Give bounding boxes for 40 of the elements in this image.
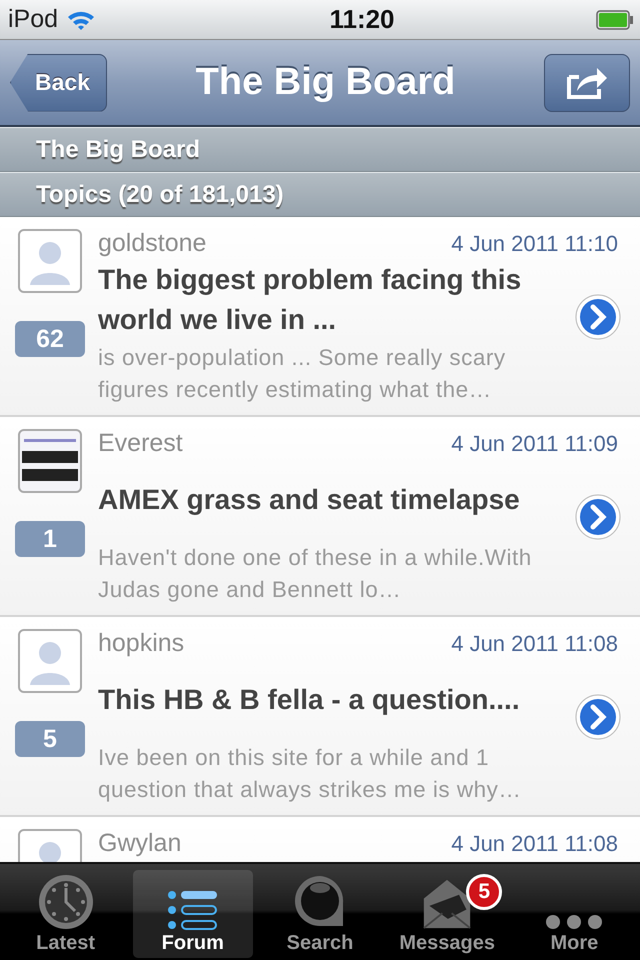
username: goldstone (98, 229, 206, 258)
tab[interactable]: Search (260, 870, 380, 958)
share-button[interactable] (544, 54, 630, 112)
avatar-icon (18, 229, 82, 293)
post-date: 4 Jun 2011 11:08 (451, 631, 618, 657)
topic-title: This HB & B fella - a question.... (98, 683, 521, 717)
disclosure-button[interactable] (574, 293, 622, 341)
topics-count: Topics (20 of 181,013) (36, 180, 284, 208)
post-date: 4 Jun 2011 11:10 (451, 231, 618, 257)
reply-count: 62 (15, 321, 85, 357)
reply-count: 1 (15, 521, 85, 557)
topic-snippet: Haven't done one of these in a while.With Judas gone and Bennett lo… (98, 544, 533, 604)
tab[interactable]: 5 Messages (387, 870, 508, 958)
topic-snippet: Ive been on this site for a while and 1 question that always strikes me is why… (98, 744, 522, 804)
list-icon (166, 890, 219, 930)
tab[interactable]: Forum (132, 870, 253, 958)
reply-count: 5 (15, 721, 85, 757)
avatar-icon (18, 629, 82, 693)
notification-badge: 5 (466, 874, 502, 910)
envelope-icon (422, 878, 472, 930)
post-date: 4 Jun 2011 11:08 (451, 831, 618, 857)
username: Everest (98, 429, 183, 458)
section-title: The Big Board (36, 136, 200, 164)
tab[interactable]: Latest (6, 870, 126, 958)
back-button[interactable]: Back (10, 54, 107, 112)
disclosure-button[interactable] (574, 493, 622, 541)
username: hopkins (98, 629, 184, 658)
topic-snippet: is over-population ... Some really scary figures recently estimating what the… (98, 344, 507, 404)
username: Gwylan (98, 829, 182, 858)
more-icon (545, 914, 604, 930)
battery-icon (596, 10, 634, 30)
topic-title: The biggest problem facing this world we live in ... (98, 263, 522, 337)
post-date: 4 Jun 2011 11:09 (451, 431, 618, 457)
tab[interactable]: More (514, 870, 634, 958)
page-title: The Big Board (196, 61, 456, 104)
clock-time: 11:20 (329, 4, 395, 35)
topic-title: AMEX grass and seat timelapse (98, 483, 521, 517)
device-name: iPod (8, 5, 58, 34)
disclosure-button[interactable] (574, 693, 622, 741)
clock-icon (38, 874, 94, 930)
